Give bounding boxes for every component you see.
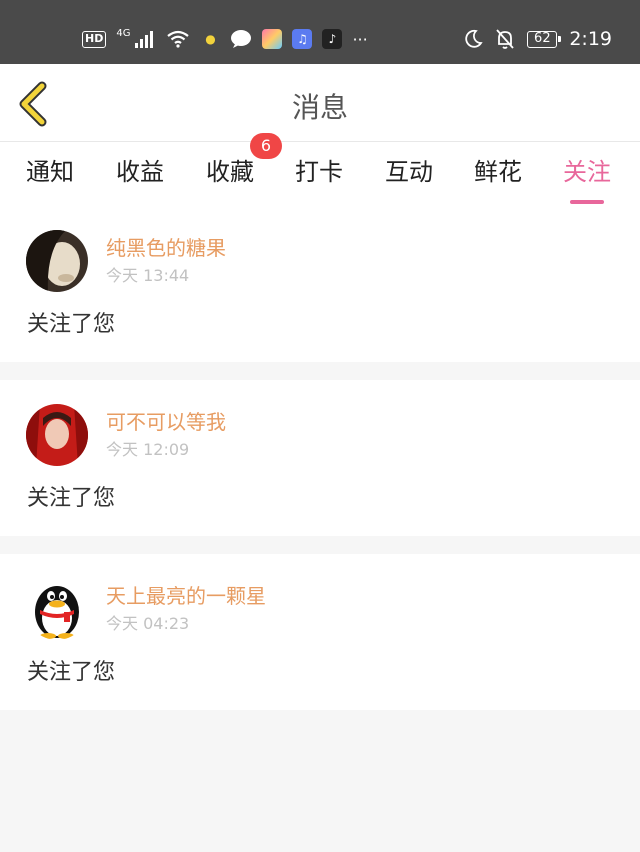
avatar[interactable] — [26, 578, 88, 640]
moon-icon — [465, 29, 483, 48]
tab-interact[interactable]: 互动 — [385, 152, 433, 202]
tiktok-icon: ♪ — [322, 29, 343, 49]
tab-bar: 通知 收益 收藏 打卡 互动 鲜花 关注 — [0, 142, 640, 206]
status-bar: HD 4G ● ♫ ♪ ··· 62 2:19 — [0, 0, 640, 64]
penguin-icon — [26, 578, 88, 640]
tab-income[interactable]: 收益 — [116, 152, 164, 202]
message-time: 今天 04:23 — [106, 614, 190, 633]
status-right: 62 2:19 — [463, 24, 612, 54]
tab-label: 互动 — [385, 158, 433, 186]
user-name[interactable]: 可不可以等我 — [106, 406, 226, 435]
tab-notify[interactable]: 通知 — [26, 152, 74, 202]
music-icon: ♫ — [292, 29, 313, 49]
hd-icon: HD — [82, 30, 107, 48]
tab-active-indicator — [570, 200, 604, 204]
tab-label: 打卡 — [295, 158, 343, 186]
bell-off-icon — [496, 29, 515, 49]
page-title: 消息 — [291, 91, 348, 124]
tab-label: 收益 — [116, 158, 164, 186]
battery-icon: 62 — [527, 30, 562, 48]
message-time: 今天 13:44 — [106, 266, 190, 285]
nav-header: 消息 — [0, 64, 640, 142]
tab-label: 关注 — [563, 158, 611, 186]
message-text: 关注了您 — [27, 660, 116, 685]
favorites-count-badge: 6 — [250, 133, 282, 159]
status-left: HD 4G ● ♫ ♪ ··· — [82, 24, 368, 54]
list-item[interactable]: 可不可以等我 今天 12:09 关注了您 — [0, 380, 640, 536]
network-type: 4G — [116, 27, 131, 39]
tab-flowers[interactable]: 鲜花 — [474, 152, 522, 202]
tab-favorites[interactable]: 收藏 — [206, 152, 254, 202]
tab-follow[interactable]: 关注 — [563, 152, 611, 204]
user-name[interactable]: 纯黑色的糖果 — [106, 232, 226, 261]
tab-label: 通知 — [26, 158, 74, 186]
user-name[interactable]: 天上最亮的一颗星 — [106, 580, 266, 609]
tab-checkin[interactable]: 打卡 — [295, 152, 343, 202]
chat-icon — [231, 30, 252, 48]
list-item[interactable]: 天上最亮的一颗星 今天 04:23 关注了您 — [0, 554, 640, 710]
wifi-icon — [167, 30, 190, 48]
signal-icon — [135, 31, 154, 48]
message-text: 关注了您 — [27, 312, 116, 337]
message-time: 今天 12:09 — [106, 440, 190, 459]
clock: 2:19 — [569, 28, 612, 50]
list-item[interactable]: 纯黑色的糖果 今天 13:44 关注了您 — [0, 206, 640, 362]
message-text: 关注了您 — [27, 486, 116, 511]
tab-label: 鲜花 — [474, 158, 522, 186]
tab-label: 收藏 — [206, 158, 254, 186]
avatar[interactable] — [26, 230, 88, 292]
bulb-icon: ● — [205, 32, 216, 46]
more-icon: ··· — [352, 29, 368, 49]
gallery-icon — [262, 29, 283, 49]
avatar[interactable] — [26, 404, 88, 466]
